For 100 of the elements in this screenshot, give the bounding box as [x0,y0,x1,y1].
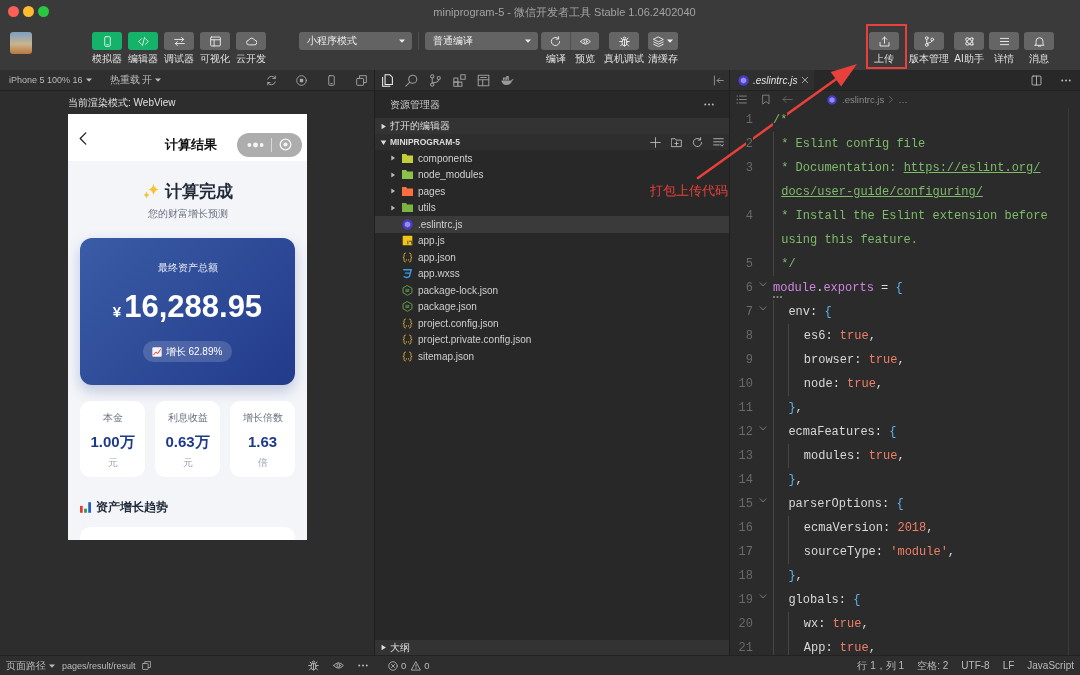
chevron-right-icon [889,96,894,103]
photo-placeholder [10,32,32,54]
breadcrumb-item[interactable]: .eslintrc.js [842,94,885,105]
eslint-file-icon [402,218,413,230]
close-icon[interactable] [801,76,810,84]
caret-icon [399,39,405,43]
stat-value: 1.63 [247,432,278,452]
tree-item[interactable]: app.json [390,249,458,266]
status-item[interactable]: LF [1002,660,1015,671]
growth-text: 增长 62.89% [165,344,223,359]
blocks-icon[interactable] [453,73,466,87]
tree-item[interactable]: package-lock.json [390,282,501,299]
new-folder-icon[interactable] [671,136,682,148]
mode-dropdown[interactable]: 小程序模式 [299,32,412,50]
bell-icon [1033,35,1045,47]
nav-title: 计算结果 [164,135,217,154]
branch-icon[interactable] [429,73,442,87]
cloud-icon [245,35,257,47]
more-icon[interactable] [358,664,368,667]
eslint-file-icon [738,74,749,86]
tree-item[interactable]: project.config.json [390,315,501,332]
section-header[interactable]: MINIPROGRAM-5 [375,134,729,150]
hexagon-icon [402,301,413,313]
section-header[interactable]: 大纲 [375,640,729,655]
section-header[interactable]: 打开的编辑器 [375,118,729,134]
compile-mode-dropdown[interactable]: 普通编译 [425,32,538,50]
tree-item[interactable]: utils [390,199,438,216]
bug-icon[interactable] [308,660,319,671]
tree-item[interactable]: app.wxss [390,265,462,282]
rotate-icon[interactable] [266,74,277,86]
split-editor-icon[interactable] [1031,74,1042,86]
window-close-button[interactable] [8,5,19,17]
tree-item[interactable]: components [390,150,475,167]
stat-label: 本金 [102,411,123,425]
window-copy-icon[interactable] [356,74,367,86]
panel-title: 资源管理器 [390,97,440,112]
code-link[interactable]: https://eslint.org/ [903,160,1041,176]
warning-icon [411,660,422,671]
page-heading: 计算完成 [164,180,233,203]
toolbar-button[interactable]: 真机调试 [604,32,644,64]
hexagon-icon [402,284,413,296]
window-zoom-button[interactable] [38,5,49,17]
device-dropdown[interactable]: iPhone 5 100% 16 [9,75,92,85]
breadcrumb-item[interactable]: … [898,94,908,105]
tree-item[interactable]: node_modules [390,166,486,183]
section-title: 资产增长趋势 [96,498,168,516]
page-path: pages/result/result [62,660,136,671]
bookmark-icon[interactable] [762,94,770,105]
status-item[interactable]: 空格: 2 [917,658,949,673]
error-count: 0 [401,660,407,671]
annotation-text: 打包上传代码 [650,183,728,199]
eye-icon [579,35,591,47]
caret-icon [667,39,673,43]
search-icon[interactable] [405,73,418,87]
more-icon[interactable] [704,103,714,106]
eye-icon[interactable] [333,660,344,671]
window-title: miniprogram-5 - 微信开发者工具 Stable 1.06.2402040 [433,6,696,18]
swap-arrows-icon [173,35,185,47]
toolbar-button[interactable]: 版本管理 [909,32,949,64]
panel-layout-icon[interactable] [477,73,490,87]
highlight-frame [866,24,907,69]
tree-item[interactable]: project.private.config.json [390,331,534,348]
whale-icon[interactable] [501,73,514,87]
caret-icon [85,78,92,82]
caret-icon [155,78,162,82]
window-minimize-button[interactable] [23,5,34,17]
hot-reload-dropdown[interactable]: 热重载 开 [109,73,162,87]
chevron-down-icon[interactable] [759,305,767,311]
tree-item[interactable]: pages [390,183,448,200]
status-item[interactable]: UTF-8 [961,660,990,671]
chevron-down-icon[interactable] [759,425,767,431]
back-chevron-icon[interactable] [79,131,87,145]
branch-icon [923,35,935,47]
collapse-panel-icon[interactable] [713,74,724,86]
status-item[interactable]: 行 1，列 1 [857,658,905,673]
collapse-all-icon[interactable] [713,136,724,148]
tree-item[interactable]: app.js [390,232,447,249]
chevron-down-icon[interactable] [759,593,767,599]
more-icon[interactable] [1061,78,1071,82]
atom-icon [963,35,975,47]
page-path-dropdown[interactable]: 页面路径 [6,658,55,673]
more-dots-icon[interactable] [246,141,264,148]
total-label: 最终资产总额 [157,261,218,275]
stop-icon[interactable] [296,74,307,86]
chevron-down-icon[interactable] [759,497,767,503]
tree-item[interactable]: sitemap.json [390,348,477,365]
code-link[interactable]: docs/user-guide/configuring/ [781,184,983,200]
phone-icon[interactable] [326,74,337,86]
chevron-down-icon[interactable] [759,281,767,287]
js-file-icon [402,235,413,247]
plus-icon[interactable] [650,136,661,148]
tree-item[interactable]: .eslintrc.js [390,216,465,233]
list-icon[interactable] [736,94,747,105]
editor-tab[interactable]: .eslintrc.js [730,70,814,90]
copy-icon[interactable] [141,661,151,670]
status-item[interactable]: JavaScript [1027,660,1074,671]
files-icon[interactable] [381,73,394,87]
refresh-icon[interactable] [692,136,703,148]
tree-item[interactable]: package.json [390,298,479,315]
eslint-file-icon [827,94,837,105]
